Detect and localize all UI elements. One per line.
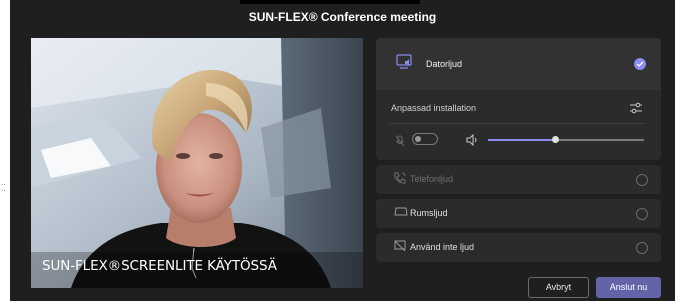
computer-audio-icon — [396, 54, 414, 75]
join-now-button[interactable]: Anslut nu — [596, 277, 661, 298]
mic-toggle[interactable] — [412, 133, 438, 145]
radio-button[interactable] — [636, 242, 648, 254]
camera-image — [31, 38, 363, 288]
option-label: Datorljud — [426, 59, 463, 69]
meeting-title: SUN-FLEX® Conference meeting — [248, 10, 437, 24]
phone-icon — [393, 171, 407, 190]
option-computer-audio[interactable]: Datorljud — [376, 38, 661, 90]
edge-glyphs: ·· ·· — [1, 181, 6, 195]
volume-fill — [488, 139, 556, 141]
speaker-icon — [466, 133, 478, 151]
custom-setup-label: Anpassad installation — [391, 103, 477, 113]
option-room-audio[interactable]: Rumsljud — [376, 199, 661, 228]
toggle-knob — [415, 136, 421, 142]
selected-check-icon — [634, 58, 646, 70]
mic-muted-icon — [395, 134, 405, 152]
option-phone-audio[interactable]: Telefonljud — [376, 165, 661, 194]
video-preview — [31, 38, 363, 288]
cancel-button[interactable]: Avbryt — [528, 277, 589, 298]
no-audio-icon — [393, 239, 407, 258]
volume-slider[interactable] — [488, 136, 644, 143]
settings-sliders-icon[interactable] — [629, 101, 643, 119]
option-label: Använd inte ljud — [410, 242, 475, 252]
divider — [390, 123, 645, 124]
title-tab — [240, 0, 420, 4]
radio-button[interactable] — [636, 208, 648, 220]
radio-button[interactable] — [636, 174, 648, 186]
room-audio-icon — [393, 205, 409, 224]
option-no-audio[interactable]: Använd inte ljud — [376, 233, 661, 262]
option-label: Rumsljud — [410, 208, 448, 218]
option-label: Telefonljud — [410, 174, 454, 184]
video-caption: SUN-FLEX®SCREENLITE KÄYTÖSSÄ — [42, 258, 277, 274]
